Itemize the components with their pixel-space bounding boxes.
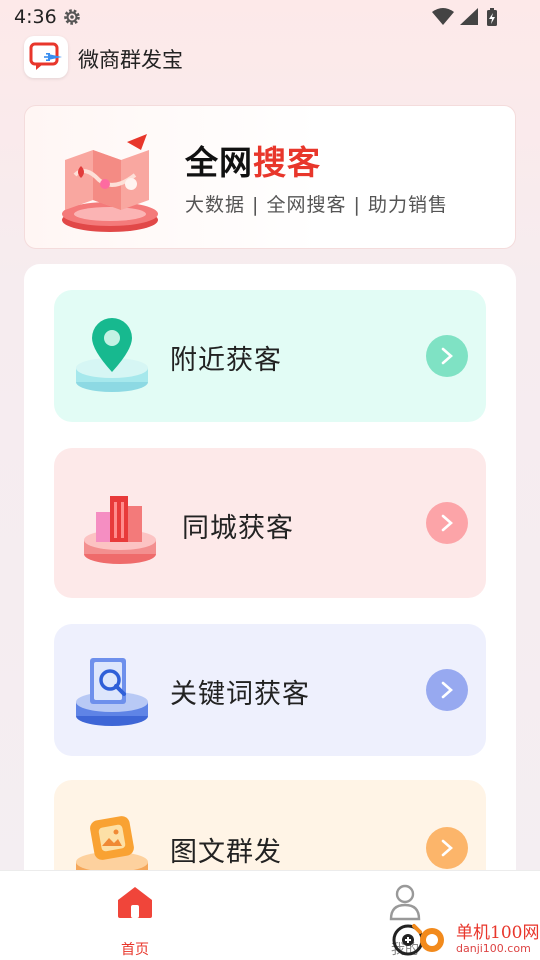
status-bar: 4:36 xyxy=(0,0,540,34)
feature-same-city[interactable]: 同城获客 xyxy=(54,448,486,598)
watermark-logo-icon xyxy=(392,924,444,956)
settings-gear-icon xyxy=(64,9,80,25)
chevron-right-icon[interactable] xyxy=(426,335,468,377)
app-logo xyxy=(24,36,68,78)
feature-label: 关键词获客 xyxy=(170,679,310,710)
banner-subtitle: 大数据 | 全网搜客 | 助力销售 xyxy=(185,194,448,216)
nav-home-tab[interactable]: 首页 xyxy=(96,883,174,958)
banner-title: 全网搜客 xyxy=(185,136,321,184)
banner-title-black: 全网 xyxy=(185,143,253,182)
home-icon xyxy=(118,887,152,918)
city-buildings-icon xyxy=(84,496,156,564)
search-banner[interactable]: 全网搜客 大数据 | 全网搜客 | 助力销售 xyxy=(24,105,516,249)
status-icons xyxy=(432,8,497,26)
feature-label: 附近获客 xyxy=(170,345,282,376)
feature-label: 图文群发 xyxy=(170,837,282,868)
battery-icon xyxy=(487,8,497,26)
feature-label: 同城获客 xyxy=(182,513,294,544)
keyword-search-icon xyxy=(76,658,148,726)
feature-keyword[interactable]: 关键词获客 xyxy=(54,624,486,756)
nav-home-label: 首页 xyxy=(121,942,149,958)
location-pin-icon xyxy=(76,318,148,392)
signal-icon xyxy=(460,8,478,25)
chevron-right-icon[interactable] xyxy=(426,669,468,711)
feature-nearby[interactable]: 附近获客 xyxy=(54,290,486,422)
watermark: 单机100网 danji100.com xyxy=(390,914,540,960)
feature-panel: 附近获客 同城获客 关键词获客 图文群发 xyxy=(24,264,516,960)
chevron-right-icon[interactable] xyxy=(426,827,468,869)
app-title: 微商群发宝 xyxy=(78,48,183,72)
wifi-icon xyxy=(432,8,454,25)
chat-send-icon xyxy=(29,42,62,70)
chevron-right-icon[interactable] xyxy=(426,502,468,544)
watermark-brand: 单机100网 xyxy=(456,923,540,943)
watermark-url: danji100.com xyxy=(456,942,531,955)
app-header: 微商群发宝 xyxy=(24,36,324,78)
map-illustration-icon xyxy=(62,134,158,232)
status-time: 4:36 xyxy=(14,6,57,28)
banner-title-red: 搜客 xyxy=(253,143,321,182)
